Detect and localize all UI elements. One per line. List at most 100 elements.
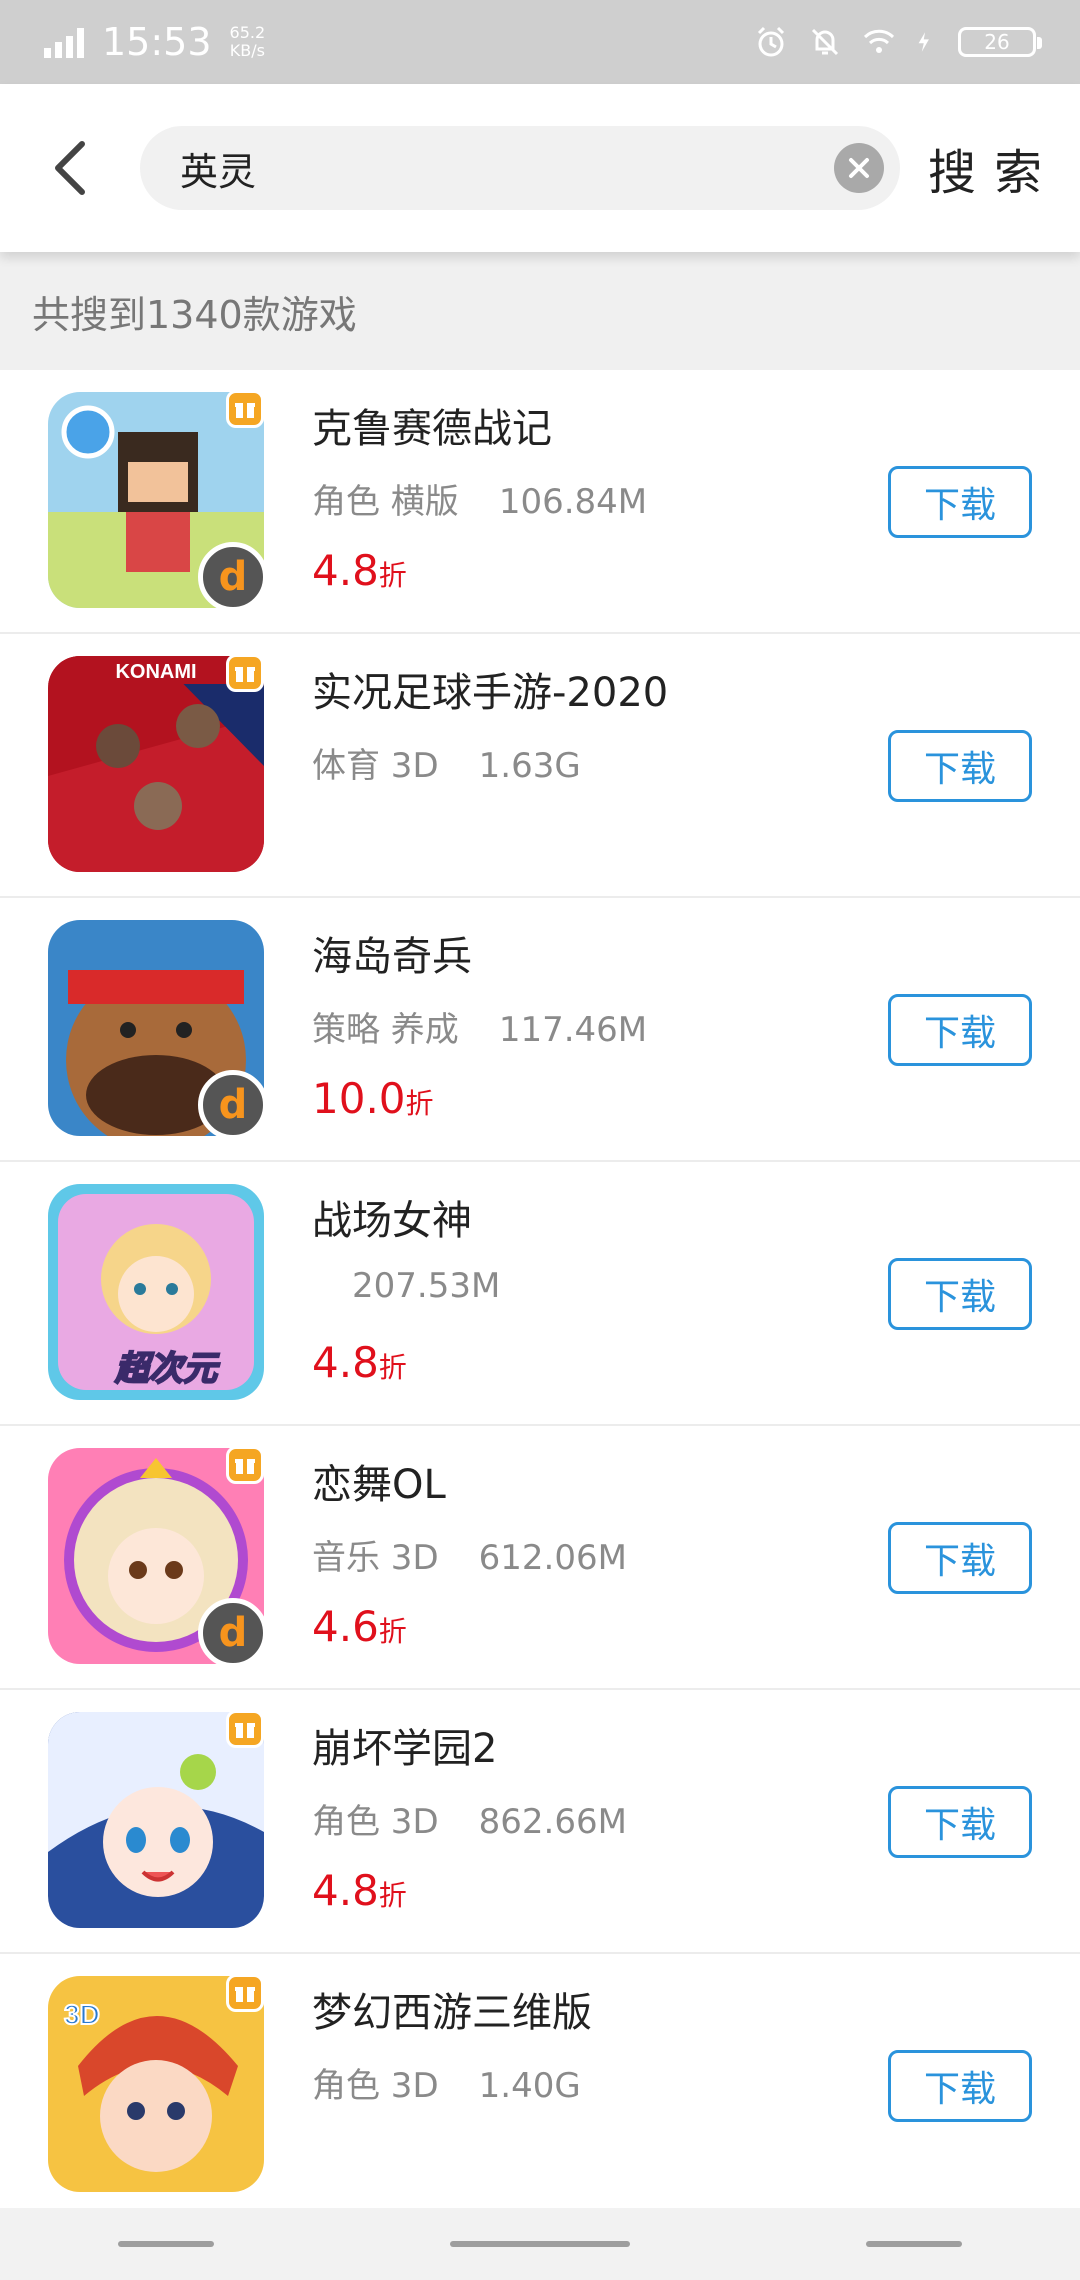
list-item[interactable]: d 克鲁赛德战记 角色 横版 106.84M 4.8折 下载 <box>0 370 1080 634</box>
clear-search-button[interactable] <box>834 143 884 193</box>
alarm-icon <box>757 26 785 57</box>
svg-text:超次元: 超次元 <box>114 1350 220 1388</box>
status-left: 15:53 65.2 KB/s <box>44 20 265 64</box>
discount-value: 10.0 <box>312 1074 406 1123</box>
list-item[interactable]: d 恋舞OL 音乐 3D 612.06M 4.6折 下载 <box>0 1426 1080 1690</box>
svg-text:3D: 3D <box>64 1999 100 2030</box>
charging-icon <box>918 32 929 52</box>
gift-icon <box>226 1710 264 1748</box>
discount-unit: 折 <box>378 1615 407 1648</box>
game-tags: 角色 3D <box>312 1802 439 1842</box>
status-time: 15:53 <box>102 20 212 64</box>
search-button[interactable]: 搜索 <box>928 133 1060 203</box>
nav-home-button[interactable] <box>450 2241 630 2247</box>
game-discount: 4.8折 <box>312 1866 407 1915</box>
list-item[interactable]: 3D 梦幻西游三维版 角色 3D 1.40G 下载 <box>0 1954 1080 2218</box>
game-meta: 角色 3D 1.40G <box>312 2058 581 2107</box>
game-name: 梦幻西游三维版 <box>312 1990 592 2036</box>
game-info: 战场女神 207.53M 4.8折 <box>312 1162 852 1426</box>
game-tags: 角色 3D <box>312 2066 439 2106</box>
game-info: 克鲁赛德战记 角色 横版 106.84M 4.8折 <box>312 370 852 634</box>
chevron-left-icon <box>55 141 85 195</box>
mute-icon <box>811 28 839 56</box>
game-discount: 4.8折 <box>312 546 407 595</box>
download-button[interactable]: 下载 <box>888 1258 1032 1330</box>
game-size: 117.46M <box>498 1010 648 1050</box>
search-query: 英灵 <box>180 149 257 194</box>
game-name: 克鲁赛德战记 <box>312 406 552 452</box>
game-discount: 10.0折 <box>312 1074 434 1123</box>
game-info: 梦幻西游三维版 角色 3D 1.40G <box>312 1954 852 2218</box>
game-name: 恋舞OL <box>312 1462 446 1508</box>
gift-icon <box>226 390 264 428</box>
download-button[interactable]: 下载 <box>888 1786 1032 1858</box>
search-input[interactable]: 英灵 <box>140 126 900 210</box>
game-meta: 角色 横版 106.84M <box>312 474 647 523</box>
game-name: 海岛奇兵 <box>312 934 472 980</box>
d-logo-icon: d <box>198 1070 268 1140</box>
status-bar: 15:53 65.2 KB/s 26 <box>0 0 1080 84</box>
discount-value: 4.8 <box>312 1866 379 1915</box>
result-count: 共搜到1340款游戏 <box>0 252 1080 370</box>
download-button[interactable]: 下载 <box>888 2050 1032 2122</box>
game-size: 106.84M <box>498 482 648 522</box>
game-tags: 体育 3D <box>312 746 439 786</box>
system-nav-bar <box>0 2208 1080 2280</box>
game-tags: 角色 横版 <box>312 482 459 522</box>
game-size: 1.40G <box>478 2066 581 2106</box>
gift-icon <box>226 654 264 692</box>
d-logo-icon: d <box>198 542 268 612</box>
back-button[interactable] <box>0 84 140 252</box>
battery-indicator: 26 <box>958 27 1042 57</box>
game-name: 崩坏学园2 <box>312 1726 498 1772</box>
game-meta: 角色 3D 862.66M <box>312 1794 627 1843</box>
game-tags: 策略 养成 <box>312 1010 459 1050</box>
discount-unit: 折 <box>378 1879 407 1912</box>
download-button[interactable]: 下载 <box>888 466 1032 538</box>
game-tags: 音乐 3D <box>312 1538 439 1578</box>
game-name: 实况足球手游-2020 <box>312 670 669 716</box>
list-item[interactable]: d 海岛奇兵 策略 养成 117.46M 10.0折 下载 <box>0 898 1080 1162</box>
discount-value: 4.8 <box>312 546 379 595</box>
game-info: 恋舞OL 音乐 3D 612.06M 4.6折 <box>312 1426 852 1690</box>
gift-icon <box>226 1446 264 1484</box>
game-discount: 4.8折 <box>312 1338 407 1387</box>
discount-unit: 折 <box>378 1351 407 1384</box>
discount-value: 4.8 <box>312 1338 379 1387</box>
game-icon: 超次元 <box>48 1184 264 1400</box>
nav-menu-button[interactable] <box>118 2241 214 2247</box>
nav-back-button[interactable] <box>866 2241 962 2247</box>
game-meta: 策略 养成 117.46M <box>312 1002 647 1051</box>
net-speed-value: 65.2 <box>229 23 266 42</box>
gift-icon <box>226 1974 264 2012</box>
net-speed-unit: KB/s <box>229 41 265 60</box>
game-meta: 207.53M <box>312 1266 500 1306</box>
discount-unit: 折 <box>378 559 407 592</box>
game-name: 战场女神 <box>312 1198 472 1244</box>
game-discount: 4.6折 <box>312 1602 407 1651</box>
game-info: 海岛奇兵 策略 养成 117.46M 10.0折 <box>312 898 852 1162</box>
game-size: 207.53M <box>352 1266 501 1306</box>
svg-text:KONAMI: KONAMI <box>115 661 196 683</box>
signal-icon <box>44 26 84 58</box>
net-speed: 65.2 KB/s <box>230 24 266 60</box>
download-button[interactable]: 下载 <box>888 1522 1032 1594</box>
game-size: 612.06M <box>478 1538 627 1578</box>
game-list: d 克鲁赛德战记 角色 横版 106.84M 4.8折 下载 KONAMI 实况… <box>0 370 1080 2218</box>
download-button[interactable]: 下载 <box>888 730 1032 802</box>
d-logo-icon: d <box>198 1598 268 1668</box>
list-item[interactable]: KONAMI 实况足球手游-2020 体育 3D 1.63G 下载 <box>0 634 1080 898</box>
game-size: 862.66M <box>478 1802 627 1842</box>
game-meta: 音乐 3D 612.06M <box>312 1530 627 1579</box>
game-info: 实况足球手游-2020 体育 3D 1.63G <box>312 634 852 898</box>
list-item[interactable]: 超次元 战场女神 207.53M 4.8折 下载 <box>0 1162 1080 1426</box>
game-size: 1.63G <box>478 746 581 786</box>
status-right: 26 <box>754 25 1042 59</box>
wifi-icon <box>863 29 895 53</box>
download-button[interactable]: 下载 <box>888 994 1032 1066</box>
discount-value: 4.6 <box>312 1602 379 1651</box>
search-header: 英灵 搜索 <box>0 84 1080 252</box>
game-meta: 体育 3D 1.63G <box>312 738 581 787</box>
game-info: 崩坏学园2 角色 3D 862.66M 4.8折 <box>312 1690 852 1954</box>
list-item[interactable]: 崩坏学园2 角色 3D 862.66M 4.8折 下载 <box>0 1690 1080 1954</box>
